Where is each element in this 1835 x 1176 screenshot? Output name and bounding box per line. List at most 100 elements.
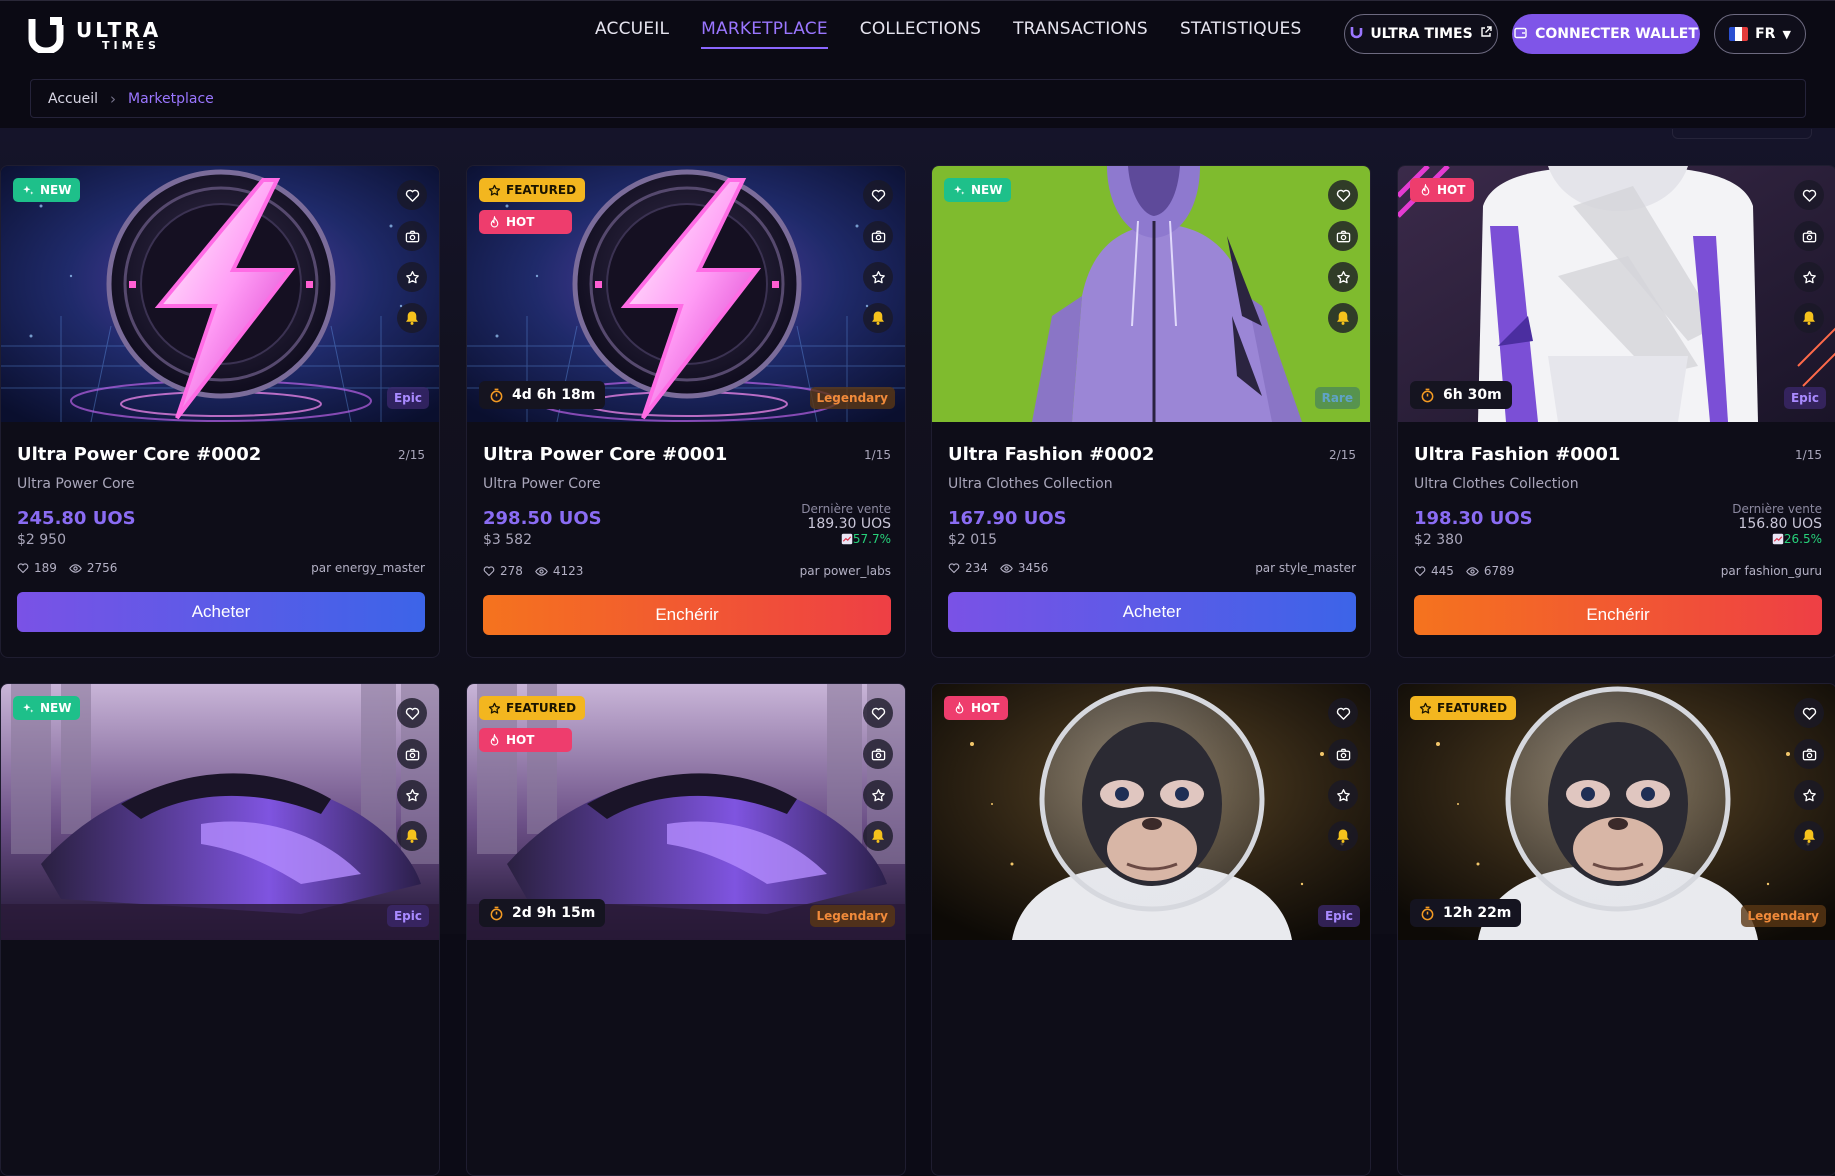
notify-button[interactable] — [397, 303, 427, 333]
notify-button[interactable] — [1794, 303, 1824, 333]
screenshot-button[interactable] — [397, 221, 427, 251]
nav-transactions[interactable]: TRANSACTIONS — [1013, 19, 1148, 49]
card-stats: 278 4123 — [483, 564, 583, 578]
auction-timer: 2d 9h 15m — [479, 899, 606, 927]
nav-marketplace[interactable]: MARKETPLACE — [701, 19, 828, 49]
nft-image[interactable] — [932, 166, 1370, 422]
wallet-label: CONNECTER WALLET — [1535, 26, 1698, 42]
nft-card[interactable]: NEW Epic — [0, 683, 440, 1176]
likes-count: 445 — [1431, 564, 1454, 578]
nft-title[interactable]: Ultra Power Core #0002 — [17, 444, 261, 465]
creator-name[interactable]: par power_labs — [800, 564, 891, 578]
ultra-logo-small-icon — [1350, 26, 1363, 43]
collection-name[interactable]: Ultra Power Core — [483, 476, 601, 492]
nft-title[interactable]: Ultra Power Core #0001 — [483, 444, 727, 465]
logo[interactable]: ULTRA TIMES — [28, 17, 161, 55]
buy-button[interactable]: Acheter — [948, 592, 1356, 632]
breadcrumb-home[interactable]: Accueil — [48, 91, 98, 107]
watchlist-button[interactable] — [1328, 262, 1358, 292]
nft-card[interactable]: HOT 6h 30m Epic Ultra Fashion #0001 1/15… — [1397, 165, 1835, 658]
rarity-badge: Legendary — [809, 905, 895, 927]
top-bar: ULTRA TIMES ACCUEIL MARKETPLACE COLLECTI… — [0, 0, 1835, 128]
favorite-button[interactable] — [1794, 698, 1824, 728]
bid-button[interactable]: Enchérir — [483, 595, 891, 635]
last-sale-price: 156.80 UOS — [1738, 516, 1822, 532]
nav-collections[interactable]: COLLECTIONS — [860, 19, 981, 49]
edition-count: 1/15 — [864, 448, 891, 462]
creator-name[interactable]: par fashion_guru — [1721, 564, 1822, 578]
collection-name[interactable]: Ultra Power Core — [17, 476, 135, 492]
last-sale: Dernière vente 189.30 UOS 57.7% — [801, 502, 891, 547]
screenshot-button[interactable] — [1328, 739, 1358, 769]
camera-icon — [1802, 229, 1817, 244]
connect-wallet-button[interactable]: CONNECTER WALLET — [1512, 14, 1700, 54]
edition-count: 2/15 — [1329, 448, 1356, 462]
notify-button[interactable] — [1328, 303, 1358, 333]
favorite-button[interactable] — [1794, 180, 1824, 210]
nft-card[interactable]: FEATURED 12h 22m Legendary — [1397, 683, 1835, 1176]
likes-count: 189 — [34, 561, 57, 575]
notify-button[interactable] — [1328, 821, 1358, 851]
bell-icon — [1801, 310, 1817, 326]
nft-card[interactable]: NEW Rare Ultra Fashion #0002 2/15 Ultra … — [931, 165, 1371, 658]
nft-image[interactable] — [1, 684, 439, 940]
favorite-button[interactable] — [397, 180, 427, 210]
filter-tab-edge — [1672, 129, 1812, 139]
watchlist-button[interactable] — [1794, 262, 1824, 292]
card-badges: NEW — [13, 178, 81, 202]
timer-icon — [1420, 906, 1435, 921]
watchlist-button[interactable] — [397, 780, 427, 810]
favorite-button[interactable] — [397, 698, 427, 728]
screenshot-button[interactable] — [863, 739, 893, 769]
badge-featured: FEATURED — [479, 696, 586, 720]
creator-name[interactable]: par energy_master — [311, 561, 425, 575]
nft-image[interactable] — [1, 166, 439, 422]
bid-button[interactable]: Enchérir — [1414, 595, 1822, 635]
favorite-button[interactable] — [863, 698, 893, 728]
ultra-times-button[interactable]: ULTRA TIMES — [1344, 14, 1498, 54]
nav-accueil[interactable]: ACCUEIL — [595, 19, 669, 49]
language-selector[interactable]: FR ▼ — [1714, 14, 1806, 54]
screenshot-button[interactable] — [397, 739, 427, 769]
notify-button[interactable] — [1794, 821, 1824, 851]
screenshot-button[interactable] — [1794, 739, 1824, 769]
nft-card[interactable]: NEW Epic Ultra Power Core #0002 2/15 Ult… — [0, 165, 440, 658]
nft-title[interactable]: Ultra Fashion #0002 — [948, 444, 1154, 465]
nft-image[interactable] — [932, 684, 1370, 940]
badge-new: NEW — [13, 696, 81, 720]
rarity-badge: Rare — [1314, 387, 1360, 409]
favorite-button[interactable] — [1328, 698, 1358, 728]
last-sale-price: 189.30 UOS — [807, 516, 891, 532]
notify-button[interactable] — [397, 821, 427, 851]
badge-featured: FEATURED — [479, 178, 586, 202]
screenshot-button[interactable] — [1328, 221, 1358, 251]
favorite-button[interactable] — [1328, 180, 1358, 210]
favorite-button[interactable] — [863, 180, 893, 210]
screenshot-button[interactable] — [1794, 221, 1824, 251]
card-badges: FEATURED — [1410, 696, 1517, 720]
collection-name[interactable]: Ultra Clothes Collection — [1414, 476, 1579, 492]
nav-statistiques[interactable]: STATISTIQUES — [1180, 19, 1302, 49]
creator-name[interactable]: par style_master — [1255, 561, 1356, 575]
nft-card[interactable]: FEATURED HOT 2d 9h 15m Legendary — [466, 683, 906, 1176]
watchlist-button[interactable] — [863, 262, 893, 292]
bell-icon — [870, 828, 886, 844]
watchlist-button[interactable] — [1328, 780, 1358, 810]
nft-card[interactable]: FEATURED HOT 4d 6h 18m Legendary Ultra P… — [466, 165, 906, 658]
likes: 189 — [17, 561, 57, 575]
nft-title[interactable]: Ultra Fashion #0001 — [1414, 444, 1620, 465]
heart-icon — [1802, 706, 1817, 721]
likes-count: 234 — [965, 561, 988, 575]
screenshot-button[interactable] — [863, 221, 893, 251]
price-uos: 298.50 UOS — [483, 508, 602, 529]
notify-button[interactable] — [863, 303, 893, 333]
watchlist-button[interactable] — [397, 262, 427, 292]
notify-button[interactable] — [863, 821, 893, 851]
heart-icon — [17, 562, 29, 574]
nft-card[interactable]: HOT Epic — [931, 683, 1371, 1176]
collection-name[interactable]: Ultra Clothes Collection — [948, 476, 1113, 492]
buy-button[interactable]: Acheter — [17, 592, 425, 632]
watchlist-button[interactable] — [863, 780, 893, 810]
watchlist-button[interactable] — [1794, 780, 1824, 810]
card-actions — [1794, 180, 1824, 333]
